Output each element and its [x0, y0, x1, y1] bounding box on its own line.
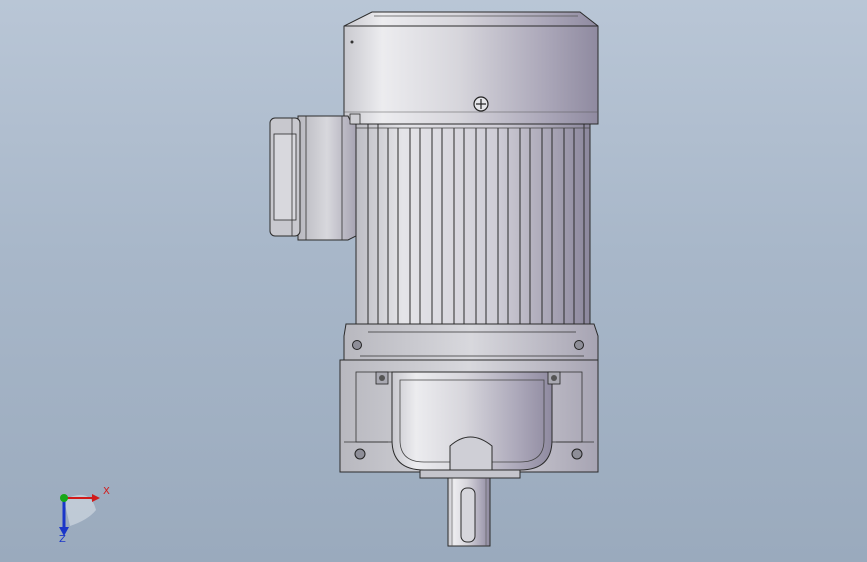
gear-motor-model[interactable] [0, 0, 867, 562]
ground-screw-icon [473, 96, 489, 112]
gearbox-housing [339, 359, 599, 473]
mounting-flange [343, 323, 599, 361]
z-axis-label: Z [59, 534, 66, 545]
axis-triad-icon: X Z [48, 480, 118, 550]
motor-end-cap [343, 11, 599, 125]
terminal-box [269, 113, 361, 241]
3d-viewport[interactable]: X Z [0, 0, 867, 562]
motor-stator-fins [355, 123, 591, 331]
x-axis-label: X [103, 486, 110, 497]
output-shaft [419, 469, 521, 547]
